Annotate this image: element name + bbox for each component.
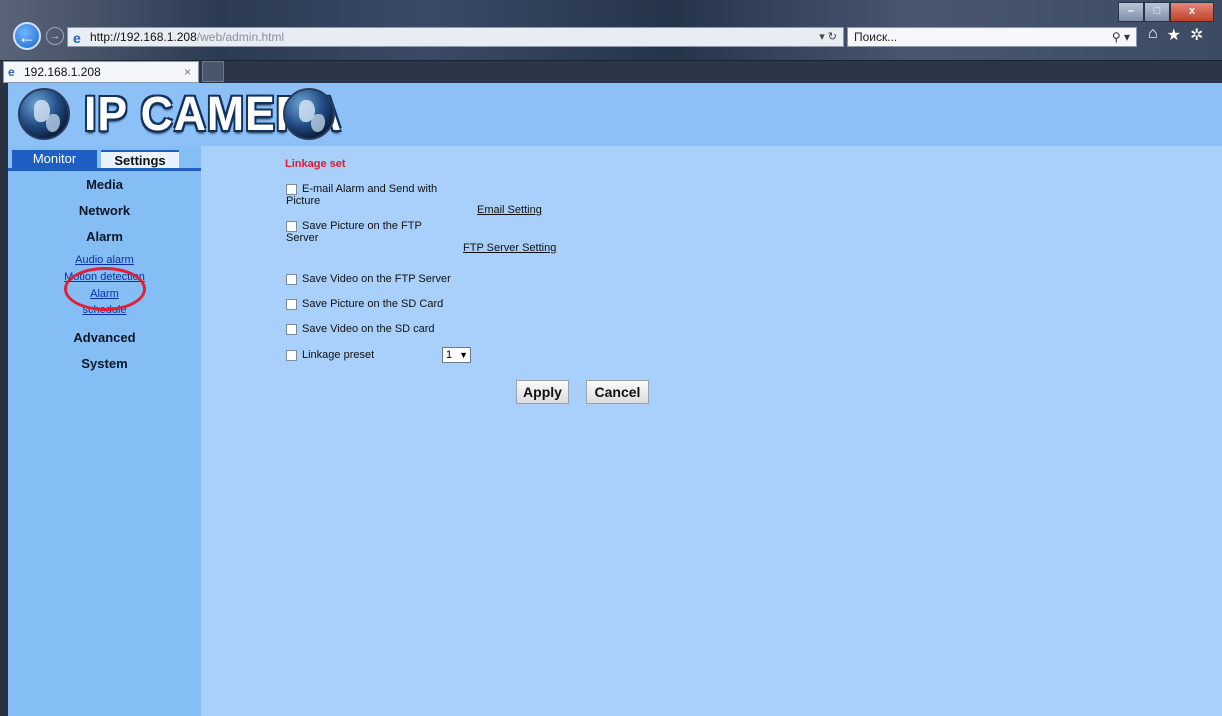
red-highlight-circle: [64, 267, 146, 311]
tab-title: 192.168.1.208: [24, 65, 101, 79]
back-button[interactable]: ←: [13, 22, 41, 50]
close-window-button[interactable]: x: [1170, 2, 1214, 22]
sidebar: Monitor Settings Media Network Alarm Aud…: [8, 146, 201, 716]
tab-settings[interactable]: Settings: [101, 150, 179, 168]
camera-admin-page: IP CAMERA Monitor Settings Media Network…: [8, 83, 1222, 716]
option-ftp-video: Save Video on the FTP Server: [286, 273, 451, 285]
menu-advanced[interactable]: Advanced: [8, 330, 201, 345]
menu-system[interactable]: System: [8, 356, 201, 371]
ie-logo-icon: e: [73, 30, 81, 46]
apply-button[interactable]: Apply: [516, 380, 569, 404]
option-linkage-preset: Linkage preset: [286, 349, 374, 361]
email-alarm-checkbox[interactable]: [286, 183, 297, 195]
menu-media[interactable]: Media: [8, 177, 201, 192]
tab-close-icon[interactable]: ×: [184, 62, 191, 82]
toolbar-icons: ⌂ ★ ✲: [1148, 25, 1203, 45]
search-icon[interactable]: ⚲ ▾: [1112, 28, 1130, 46]
settings-gear-icon[interactable]: ✲: [1190, 25, 1203, 45]
new-tab-button[interactable]: [202, 61, 224, 82]
preset-select[interactable]: 1 ▼: [442, 347, 471, 363]
window-left-edge: [0, 83, 8, 716]
forward-button[interactable]: →: [46, 27, 64, 45]
forward-arrow-icon: →: [49, 30, 61, 42]
sd-video-checkbox[interactable]: [286, 323, 297, 335]
option-label: Picture: [286, 195, 321, 207]
minimize-button[interactable]: –: [1118, 2, 1144, 22]
ie-tab-icon: e: [8, 65, 15, 79]
search-placeholder: Поиск...: [854, 30, 898, 44]
favorites-star-icon[interactable]: ★: [1167, 25, 1181, 45]
window-controls: – □ x: [1118, 2, 1214, 22]
home-icon[interactable]: ⌂: [1148, 25, 1158, 45]
ftp-server-setting-link[interactable]: FTP Server Setting: [463, 242, 556, 254]
globe-logo-icon: [18, 88, 70, 140]
globe-logo-icon: [283, 88, 335, 140]
option-label: E-mail Alarm and Send with: [302, 183, 438, 195]
ftp-picture-checkbox[interactable]: [286, 220, 297, 232]
url-host: http://192.168.1.208: [90, 30, 197, 44]
email-setting-link[interactable]: Email Setting: [477, 204, 542, 216]
menu-network[interactable]: Network: [8, 203, 201, 218]
browser-tab[interactable]: e 192.168.1.208 ×: [3, 61, 199, 83]
ftp-video-checkbox[interactable]: [286, 273, 297, 285]
linkage-preset-checkbox[interactable]: [286, 349, 297, 361]
option-sd-video: Save Video on the SD card: [286, 323, 435, 335]
chevron-down-icon: ▼: [459, 350, 468, 360]
option-label: Save Picture on the FTP: [302, 220, 422, 232]
option-sd-picture: Save Picture on the SD Card: [286, 298, 443, 310]
url-path: /web/admin.html: [196, 30, 285, 44]
option-label: Linkage preset: [302, 349, 375, 361]
option-label: Save Picture on the SD Card: [302, 298, 444, 310]
browser-title-bar: – □ x ← → e http://192.168.1.208/web/adm…: [0, 0, 1222, 60]
preset-value: 1: [446, 349, 453, 361]
cancel-button[interactable]: Cancel: [586, 380, 649, 404]
address-bar[interactable]: e http://192.168.1.208/web/admin.html ▾ …: [67, 27, 844, 47]
tab-underline: [8, 168, 201, 171]
option-ftp-picture: Save Picture on the FTP Server: [286, 220, 422, 244]
tab-strip: e 192.168.1.208 ×: [0, 61, 1222, 83]
submenu-audio-alarm[interactable]: Audio alarm: [8, 254, 201, 266]
linkage-settings-panel: Linkage set E-mail Alarm and Send with P…: [201, 146, 1222, 716]
search-box[interactable]: Поиск... ⚲ ▾: [847, 27, 1137, 47]
refresh-icon[interactable]: ▾ ↻: [819, 28, 837, 46]
section-title: Linkage set: [285, 158, 346, 170]
option-label: Server: [286, 232, 319, 244]
maximize-button[interactable]: □: [1144, 2, 1170, 22]
menu-alarm[interactable]: Alarm: [8, 229, 201, 244]
page-header: IP CAMERA: [8, 83, 1222, 146]
sd-picture-checkbox[interactable]: [286, 298, 297, 310]
tab-monitor[interactable]: Monitor: [12, 150, 97, 168]
url-text: http://192.168.1.208/web/admin.html: [90, 28, 284, 46]
option-email-alarm: E-mail Alarm and Send with Picture: [286, 183, 437, 207]
option-label: Save Video on the FTP Server: [302, 273, 451, 285]
option-label: Save Video on the SD card: [302, 323, 435, 335]
back-arrow-icon: ←: [18, 27, 36, 47]
